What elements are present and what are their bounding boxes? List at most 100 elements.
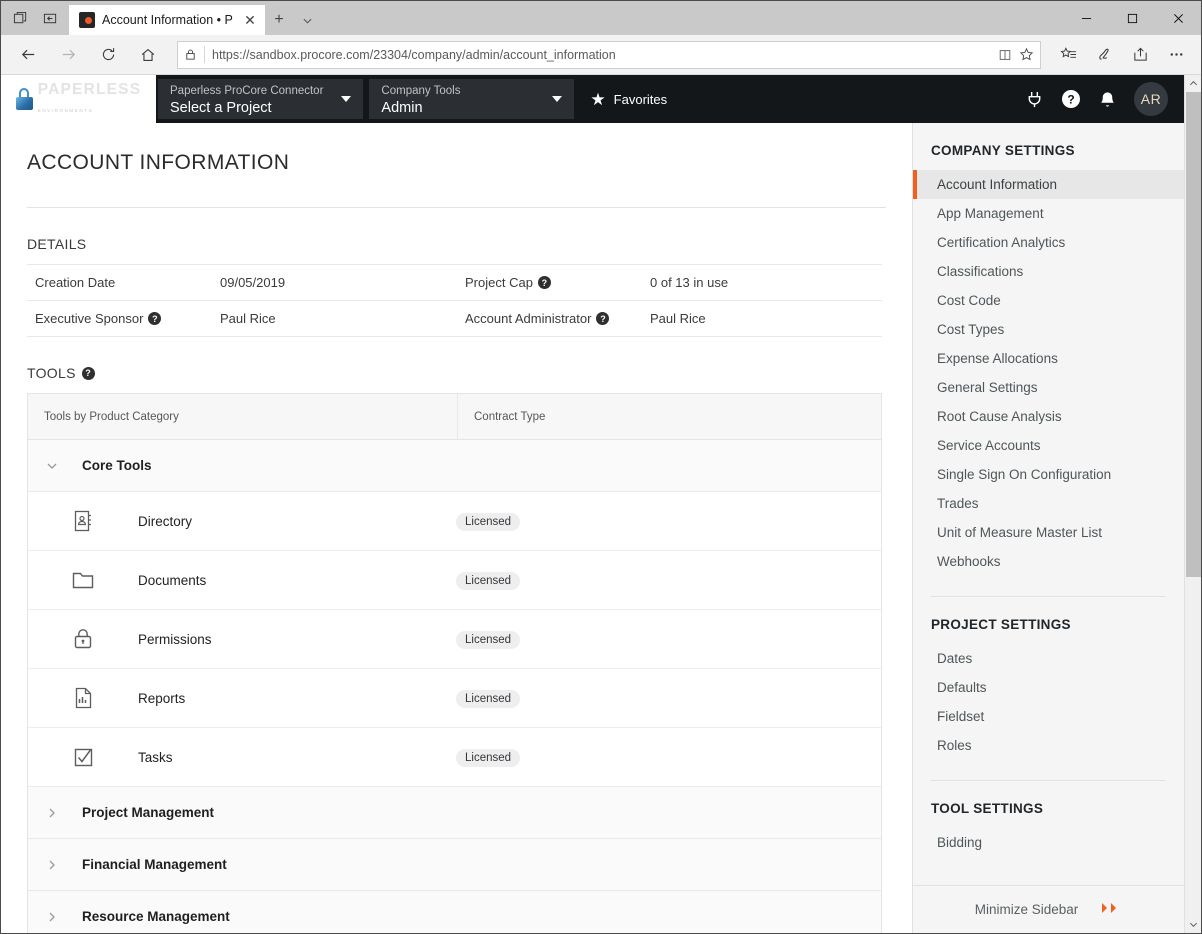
- contract-type-cell: Licensed: [456, 571, 881, 590]
- favorite-star-icon[interactable]: [1019, 47, 1034, 62]
- tool-row-directory[interactable]: Directory Licensed: [28, 492, 881, 551]
- tool-label: Reports: [138, 690, 186, 706]
- notifications-bell-icon[interactable]: [1099, 90, 1116, 109]
- scroll-up-arrow-icon[interactable]: [1185, 75, 1202, 92]
- tools-table: Tools by Product Category Contract Type …: [27, 393, 882, 933]
- tool-label: Permissions: [138, 631, 212, 647]
- settings-sidebar: COMPANY SETTINGS Account Information App…: [912, 123, 1184, 933]
- procore-favicon: [79, 12, 95, 28]
- minimize-sidebar-button[interactable]: Minimize Sidebar: [913, 885, 1184, 933]
- table-row: Executive Sponsor ? Paul Rice Account Ad…: [27, 300, 882, 337]
- report-icon: [28, 686, 138, 710]
- category-row-core-tools[interactable]: Core Tools: [28, 440, 881, 492]
- project-cap-value: 0 of 13 in use: [650, 275, 729, 290]
- sidebar-item-general-settings[interactable]: General Settings: [913, 373, 1184, 402]
- status-badge: Licensed: [456, 689, 521, 708]
- lock-icon: [28, 627, 138, 651]
- address-book-icon: [28, 509, 138, 533]
- help-icon[interactable]: ?: [1061, 89, 1081, 109]
- status-badge: Licensed: [456, 512, 521, 531]
- home-button-icon[interactable]: [129, 39, 167, 71]
- sidebar-item-roles[interactable]: Roles: [913, 731, 1184, 760]
- help-icon[interactable]: ?: [81, 366, 95, 380]
- tool-row-documents[interactable]: Documents Licensed: [28, 551, 881, 610]
- tools-title-text: TOOLS: [27, 365, 76, 381]
- help-icon[interactable]: ?: [537, 276, 551, 289]
- executive-sponsor-label-cell: Executive Sponsor ?: [27, 301, 212, 337]
- share-icon[interactable]: [1123, 39, 1157, 71]
- scrollbar-track[interactable]: [1185, 92, 1202, 916]
- sidebar-item-unit-of-measure-master-list[interactable]: Unit of Measure Master List: [913, 518, 1184, 547]
- set-aside-tabs-icon[interactable]: [35, 3, 65, 33]
- web-notes-icon[interactable]: [1087, 39, 1121, 71]
- status-badge: Licensed: [456, 571, 521, 590]
- project-selector[interactable]: Paperless ProCore Connector Select a Pro…: [158, 79, 364, 119]
- window-controls: [1063, 1, 1201, 35]
- favorites-nav-item[interactable]: ★ Favorites: [590, 91, 667, 108]
- sidebar-item-account-information[interactable]: Account Information: [913, 170, 1184, 199]
- sidebar-item-fieldset[interactable]: Fieldset: [913, 702, 1184, 731]
- browser-toolbar: https://sandbox.procore.com/23304/compan…: [1, 35, 1201, 75]
- scroll-down-arrow-icon[interactable]: [1185, 916, 1202, 933]
- contract-type-cell: Licensed: [456, 748, 881, 767]
- sidebar-item-cost-types[interactable]: Cost Types: [913, 315, 1184, 344]
- back-button-icon[interactable]: [9, 39, 47, 71]
- user-avatar[interactable]: AR: [1134, 82, 1168, 116]
- creation-date-label: Creation Date: [35, 275, 116, 290]
- category-row-project-management[interactable]: Project Management: [28, 787, 881, 839]
- paperless-logo[interactable]: PAPERLESS ENVIRONMENTS: [1, 75, 156, 123]
- page-title: ACCOUNT INFORMATION: [27, 151, 886, 208]
- close-tab-icon[interactable]: ✕: [241, 11, 259, 29]
- sidebar-item-service-accounts[interactable]: Service Accounts: [913, 431, 1184, 460]
- main-content: ACCOUNT INFORMATION DETAILS Creation Dat…: [1, 123, 912, 933]
- category-label: Resource Management: [82, 909, 230, 924]
- category-label: Financial Management: [82, 857, 227, 872]
- favorites-hub-icon[interactable]: [1051, 39, 1085, 71]
- close-window-button[interactable]: [1155, 1, 1201, 35]
- sidebar-item-certification-analytics[interactable]: Certification Analytics: [913, 228, 1184, 257]
- tool-row-permissions[interactable]: Permissions Licensed: [28, 610, 881, 669]
- company-tools-text: Company Tools Admin: [381, 81, 460, 117]
- sidebar-item-app-management[interactable]: App Management: [913, 199, 1184, 228]
- help-icon[interactable]: ?: [148, 312, 162, 325]
- page-viewport: PAPERLESS ENVIRONMENTS Paperless ProCore…: [1, 75, 1201, 933]
- reload-button-icon[interactable]: [89, 39, 127, 71]
- more-options-icon[interactable]: [1159, 39, 1193, 71]
- browser-tab[interactable]: Account Information • P ✕: [69, 5, 265, 35]
- chevron-right-icon: [44, 857, 60, 873]
- sidebar-item-classifications[interactable]: Classifications: [913, 257, 1184, 286]
- minimize-window-button[interactable]: [1063, 1, 1109, 35]
- sidebar-item-cost-code[interactable]: Cost Code: [913, 286, 1184, 315]
- sidebar-item-dates[interactable]: Dates: [913, 644, 1184, 673]
- sidebar-item-bidding[interactable]: Bidding: [913, 828, 1184, 857]
- column-header-category: Tools by Product Category: [28, 394, 458, 439]
- sidebar-item-root-cause-analysis[interactable]: Root Cause Analysis: [913, 402, 1184, 431]
- category-row-financial-management[interactable]: Financial Management: [28, 839, 881, 891]
- sidebar-item-trades[interactable]: Trades: [913, 489, 1184, 518]
- category-row-resource-management[interactable]: Resource Management: [28, 891, 881, 933]
- plug-icon[interactable]: [1026, 90, 1043, 109]
- tab-preview-icon[interactable]: [5, 3, 35, 33]
- sidebar-item-single-sign-on-configuration[interactable]: Single Sign On Configuration: [913, 460, 1184, 489]
- maximize-window-button[interactable]: [1109, 1, 1155, 35]
- sidebar-item-webhooks[interactable]: Webhooks: [913, 547, 1184, 576]
- tool-row-tasks[interactable]: Tasks Licensed: [28, 728, 881, 787]
- account-administrator-value: Paul Rice: [650, 311, 706, 326]
- contract-type-cell: Licensed: [456, 512, 881, 531]
- new-tab-button[interactable]: +: [265, 5, 293, 35]
- reading-view-icon[interactable]: [998, 48, 1012, 62]
- tab-list-chevron-icon[interactable]: [293, 5, 321, 35]
- forward-button-icon[interactable]: [49, 39, 87, 71]
- sidebar-item-expense-allocations[interactable]: Expense Allocations: [913, 344, 1184, 373]
- creation-date-label-cell: Creation Date: [27, 265, 212, 301]
- address-bar[interactable]: https://sandbox.procore.com/23304/compan…: [177, 40, 1041, 69]
- sidebar-item-defaults[interactable]: Defaults: [913, 673, 1184, 702]
- page-scrollbar[interactable]: [1184, 75, 1201, 933]
- scrollbar-thumb[interactable]: [1185, 92, 1201, 577]
- account-administrator-label: Account Administrator: [465, 311, 592, 326]
- status-badge: Licensed: [456, 630, 521, 649]
- executive-sponsor-value: Paul Rice: [220, 311, 276, 326]
- company-tools-selector[interactable]: Company Tools Admin: [369, 79, 575, 119]
- help-icon[interactable]: ?: [596, 312, 610, 325]
- tool-row-reports[interactable]: Reports Licensed: [28, 669, 881, 728]
